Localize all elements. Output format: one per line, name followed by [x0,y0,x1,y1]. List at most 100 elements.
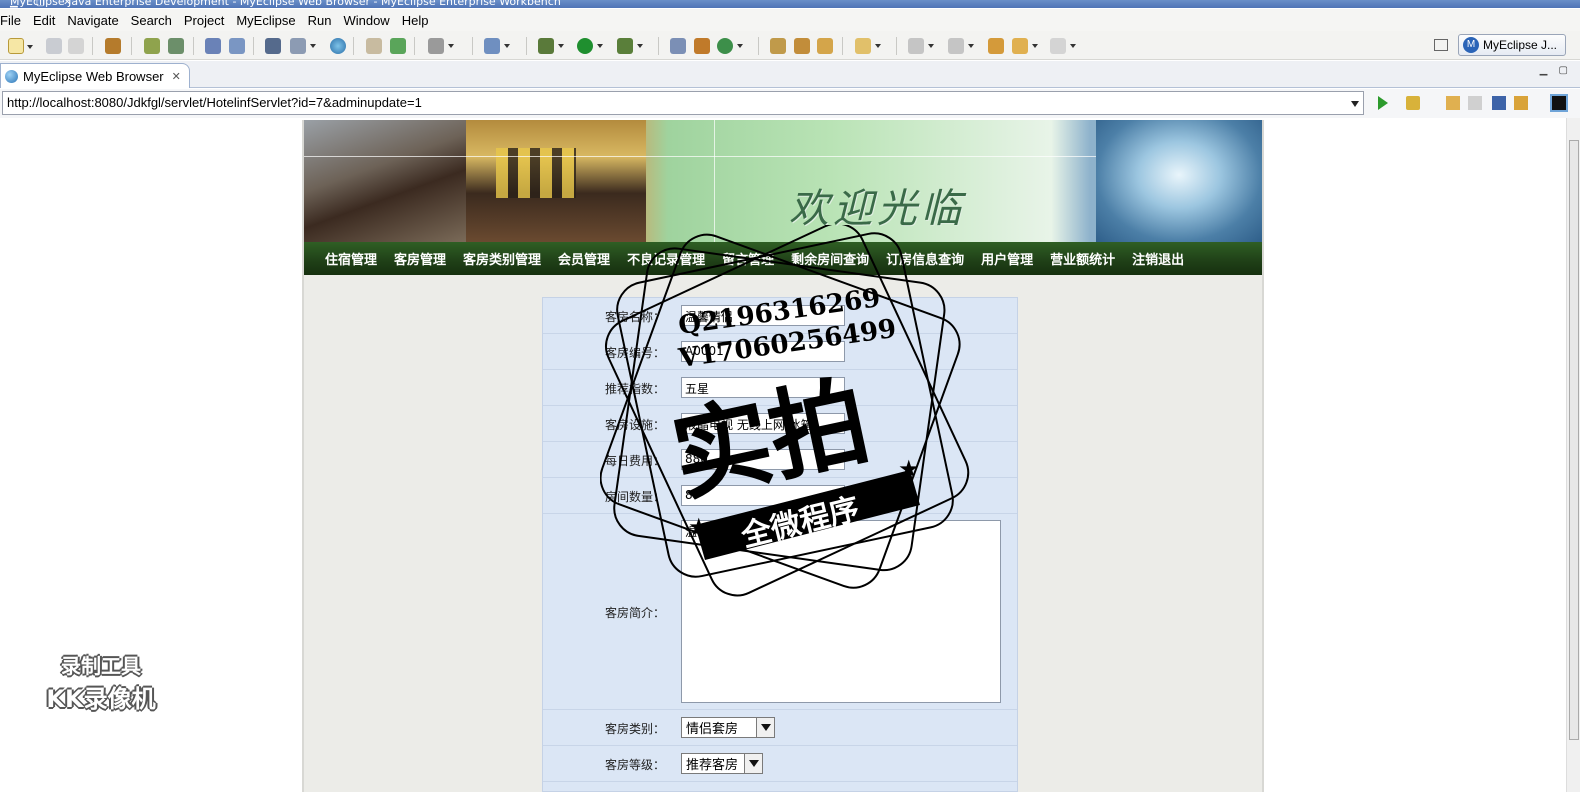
myeclipse-logo-icon: M [1463,37,1479,53]
browser-icon[interactable] [330,38,346,54]
console-icon[interactable] [1550,94,1568,112]
menu-project[interactable]: Project [184,13,232,28]
hotel-lobby-image [466,120,646,242]
go-icon[interactable] [1378,96,1388,110]
form-row-count: 房间数量： 8 [543,478,1017,514]
run-external-icon[interactable] [617,38,643,54]
prev-annotation-icon[interactable] [948,38,974,54]
refresh-icon[interactable] [1514,96,1528,110]
debug-icon[interactable] [538,38,564,54]
nav-lodging[interactable]: 住宿管理 [325,249,377,268]
room-intro-textarea[interactable]: 温馨如家 舒适浪漫 [681,520,1001,703]
window-titlebar: MyEclipse Java Enterprise Development - … [0,0,1580,8]
wizard-icon[interactable] [205,38,221,54]
back-icon[interactable] [1446,96,1460,110]
perspective-button[interactable]: M MyEclipse J... [1458,34,1566,56]
url-dropdown-icon[interactable] [1351,101,1359,107]
save-icon[interactable] [46,38,62,54]
server-run-icon[interactable] [290,38,316,54]
print-icon[interactable] [68,38,84,54]
menu-run[interactable]: Run [308,13,340,28]
browser-address-bar: http://localhost:8080/Jdkfgl/servlet/Hot… [0,89,1580,118]
view-controls[interactable]: ▁ ▢ [1540,65,1572,76]
nav-members[interactable]: 会员管理 [558,249,610,268]
refresh-icon[interactable] [717,38,743,54]
forward-icon[interactable] [1050,38,1076,54]
close-icon[interactable]: ✕ [172,70,181,83]
stop-icon[interactable] [1492,96,1506,110]
favorites-icon[interactable] [1406,96,1420,110]
package-icon[interactable] [105,38,121,54]
form-row-facilities: 客房设施： 液晶电视 无线上网 冰箱 [543,406,1017,442]
main-toolbar: M MyEclipse J... [0,31,1580,60]
editor-tab-row: MyEclipse Web Browser ✕ ▁ ▢ [0,61,1580,88]
menu-myeclipse[interactable]: MyEclipse [236,13,303,28]
field-label: 每日费用： [604,454,665,468]
room-number-input[interactable]: A0001 [681,341,845,362]
nav-rooms[interactable]: 客房管理 [394,249,446,268]
field-label: 客房设施： [604,418,665,432]
window-controls[interactable]: ▁▢✕ [10,0,1568,8]
bug-icon[interactable] [144,38,160,54]
nav-users[interactable]: 用户管理 [981,249,1033,268]
url-input[interactable]: http://localhost:8080/Jdkfgl/servlet/Hot… [2,91,1364,115]
wizard2-icon[interactable] [229,38,245,54]
pen-icon[interactable] [794,38,810,54]
recorder-line1: 录制工具 [61,654,141,678]
facilities-input[interactable]: 液晶电视 无线上网 冰箱 [681,413,845,434]
recorder-watermark: 录制工具 KK录像机 [34,650,168,713]
new-wizard-icon[interactable] [484,38,510,54]
nav-bookings[interactable]: 订房信息查询 [886,249,964,268]
menu-navigate[interactable]: Navigate [67,13,126,28]
nav-bad-records[interactable]: 不良记录管理 [627,249,705,268]
open-perspective-icon[interactable] [1434,39,1448,51]
back-icon[interactable] [1012,38,1038,54]
task-icon[interactable] [817,38,833,54]
next-annotation-icon[interactable] [908,38,934,54]
menu-search[interactable]: Search [131,13,180,28]
field-label: 客房简介： [604,606,665,620]
room-category-select[interactable]: 情侣套房 [681,717,775,738]
add-icon[interactable] [390,38,406,54]
deploy-icon[interactable] [265,38,281,54]
last-edit-icon[interactable] [988,38,1004,54]
room-name-input[interactable]: 温馨情侣 [681,305,845,326]
open-declaration-icon[interactable] [670,38,686,54]
chevron-down-icon[interactable] [744,754,762,773]
field-label: 客房编号： [604,346,665,360]
chevron-down-icon[interactable] [756,718,774,737]
forward-icon[interactable] [1468,96,1482,110]
room-count-input[interactable]: 8 [681,485,845,506]
nav-messages[interactable]: 留言管理 [722,249,774,268]
welcome-text: 欢迎光临 [789,186,965,232]
nav-revenue[interactable]: 营业额统计 [1050,249,1115,268]
vertical-scrollbar[interactable] [1566,118,1580,792]
server-icon[interactable] [168,38,184,54]
open-type-icon[interactable] [366,38,382,54]
tab-myeclipse-web-browser[interactable]: MyEclipse Web Browser ✕ [0,63,190,88]
menu-help[interactable]: Help [402,13,437,28]
folder-icon[interactable] [855,38,881,54]
nav-logout[interactable]: 注销退出 [1132,249,1184,268]
menu-edit[interactable]: Edit [33,13,63,28]
open-folder-icon[interactable] [770,38,786,54]
web-page: 欢迎光临 住宿管理 客房管理 客房类别管理 会员管理 不良记录管理 留言管理 剩… [302,120,1264,792]
site-nav: 住宿管理 客房管理 客房类别管理 会员管理 不良记录管理 留言管理 剩余房间查询… [304,242,1262,275]
nav-room-categories[interactable]: 客房类别管理 [463,249,541,268]
scrollbar-thumb[interactable] [1569,140,1579,740]
price-input[interactable]: 880 [681,449,845,470]
menu-window[interactable]: Window [343,13,397,28]
field-label: 客房类别： [604,722,665,736]
nav-vacancy[interactable]: 剩余房间查询 [791,249,869,268]
site-banner: 欢迎光临 [304,120,1262,242]
tab-label: MyEclipse Web Browser [23,68,164,84]
hotel-building-image [304,120,466,242]
menu-file[interactable]: File [0,13,29,28]
hierarchy-icon[interactable] [694,38,710,54]
camera-icon[interactable] [428,38,454,54]
room-level-select[interactable]: 推荐客房 [681,753,763,774]
new-icon[interactable] [8,38,33,54]
rating-input[interactable]: 五星 [681,377,845,398]
form-row-intro: 客房简介： 温馨如家 舒适浪漫 [543,514,1017,710]
run-icon[interactable] [577,38,603,54]
